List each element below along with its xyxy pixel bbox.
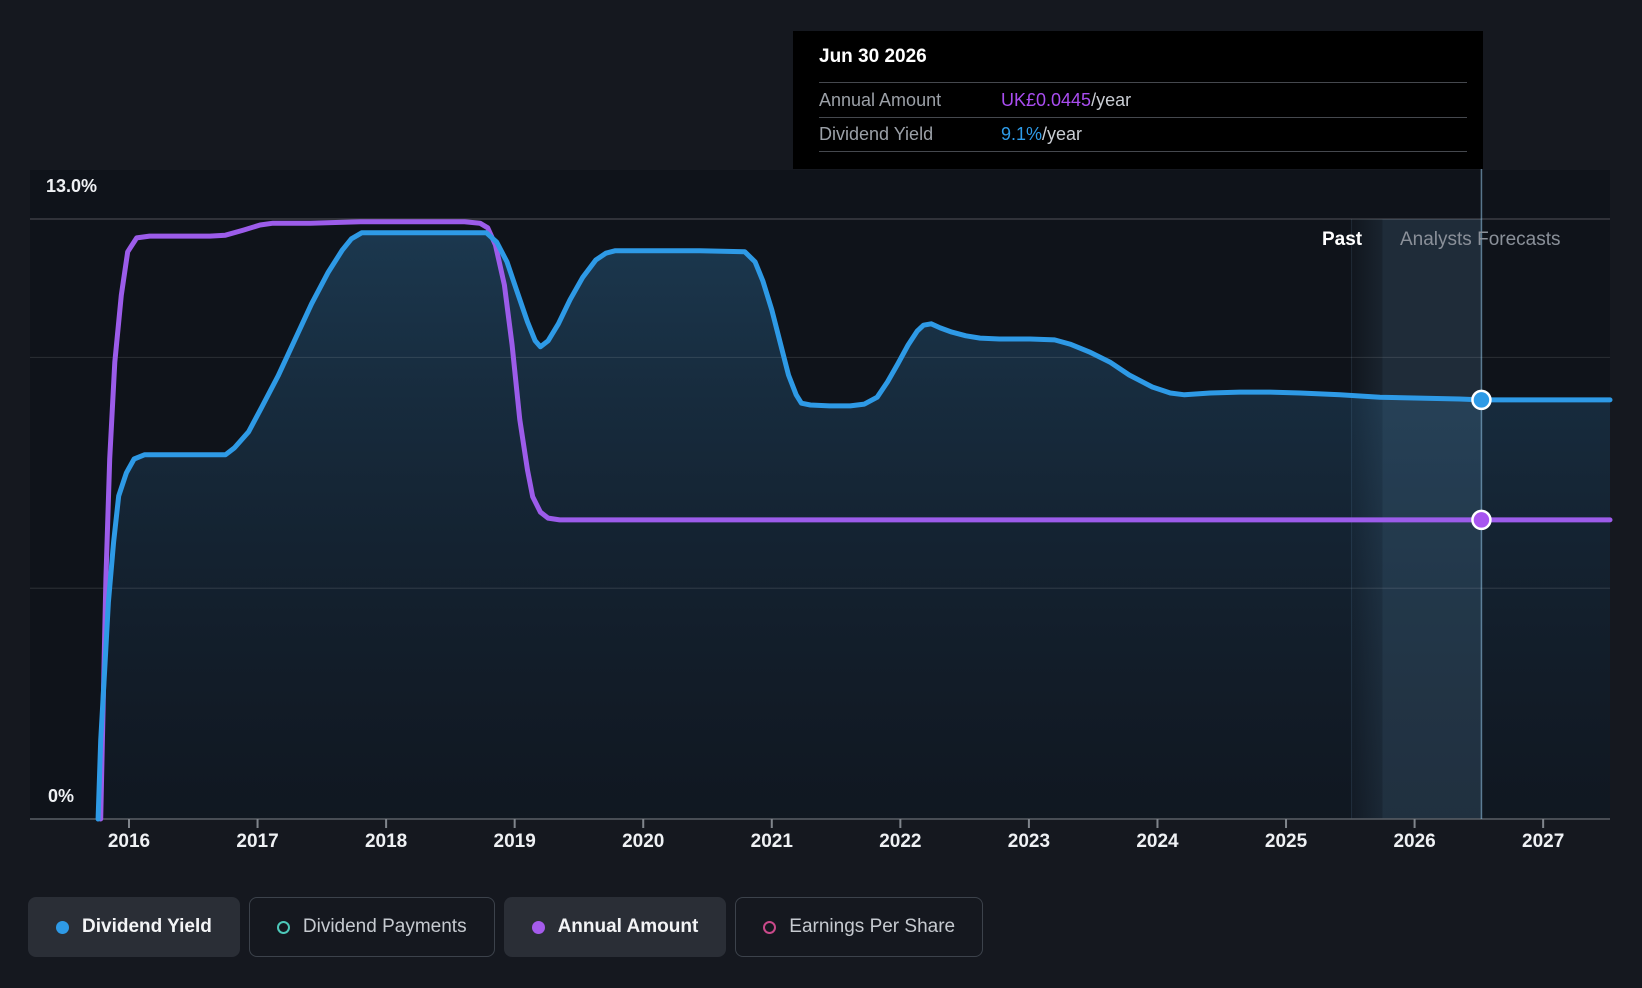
x-tick-label: 2022 [879,831,922,852]
legend-label: Annual Amount [557,916,699,937]
x-tick-label: 2025 [1264,831,1308,852]
annual-amount-dot-icon [531,920,545,934]
legend-toggle-dividend-yield[interactable]: Dividend Yield [28,897,240,957]
x-tick-label: 2024 [1136,831,1179,852]
past-zone-label: Past [1322,229,1363,250]
x-tick-label: 2021 [750,831,793,852]
tooltip-row-annual-amount: Annual Amount UK£0.0445 /year [819,82,1467,117]
legend-label: Dividend Payments [302,916,467,937]
dividend-yield-dot-icon [56,920,69,934]
legend-label: Dividend Yield [82,916,212,937]
x-tick-label: 2023 [1007,831,1051,852]
x-tick-label: 2019 [493,831,536,852]
tooltip-label: Annual Amount [819,89,942,110]
hover-tooltip: Jun 30 2026 Annual Amount UK£0.0445 /yea… [793,31,1483,169]
legend-toggle-earnings-per-share[interactable]: Earnings Per Share [735,897,984,957]
legend-toggle-annual-amount[interactable]: Annual Amount [503,897,727,957]
tooltip-label: Dividend Yield [819,124,934,144]
y-axis-min-label: 0% [48,786,75,806]
dividend-yield-marker-dot[interactable] [1471,389,1492,411]
series-legend: Dividend Yield Dividend Payments Annual … [28,897,984,957]
x-tick-label: 2027 [1522,831,1565,852]
x-tick-label: 2026 [1393,831,1436,852]
forecast-zone-label: Analysts Forecasts [1400,229,1561,250]
tooltip-value-suffix: /year [1042,124,1083,144]
x-tick-label: 2018 [364,831,408,852]
legend-toggle-dividend-payments[interactable]: Dividend Payments [248,897,495,957]
dividend-payments-ring-icon [276,920,290,934]
y-axis-max-label: 13.0% [46,176,98,196]
earnings-per-share-ring-icon [763,920,777,934]
annual-amount-marker-dot[interactable] [1471,509,1492,531]
tooltip-value-suffix: /year [1091,89,1132,110]
x-tick-label: 2017 [236,831,279,852]
tooltip-row-dividend-yield: Dividend Yield 9.1% /year [819,117,1467,152]
legend-label: Earnings Per Share [789,916,956,937]
tooltip-value: 9.1% [1001,124,1043,144]
tooltip-date: Jun 30 2026 [819,46,927,67]
tooltip-value: UK£0.0445 [1001,89,1092,110]
x-tick-label: 2020 [622,831,665,852]
x-tick-label: 2016 [107,831,151,852]
dividend-chart-page: 13.0% 0% 2016 2017 2018 2019 2020 2021 2022 202… [0,0,1642,988]
